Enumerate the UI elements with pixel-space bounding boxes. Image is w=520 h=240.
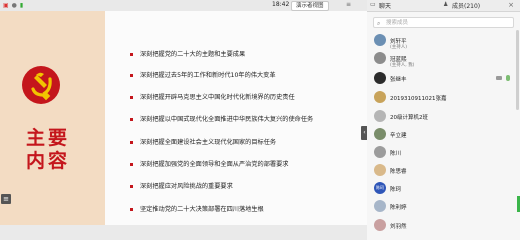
slide-title: 主要 内容 xyxy=(26,127,70,173)
members-icon: ♟ xyxy=(443,1,449,8)
avatar xyxy=(374,52,386,64)
bullet-dot-icon xyxy=(130,95,133,99)
bullet-dot-icon xyxy=(130,140,133,144)
panel-header: ▭ 聊天 ♟ 成员(210) × xyxy=(367,0,520,12)
bullet-item: 坚定推动党的二十大决策部署在四川落地生根 xyxy=(130,204,264,213)
microphone-icon[interactable] xyxy=(506,75,510,81)
avatar xyxy=(374,200,386,212)
member-item[interactable]: 20级计算机2班 xyxy=(367,110,520,126)
slide: 主要 内容 ≡ 深刻把握党的二十大的主题和主要成果 深刻把握过去5年的工作和新时… xyxy=(0,11,367,225)
member-item[interactable]: 2019310911021张嘉 xyxy=(367,91,520,107)
bullet-item: 深刻把握开辟马克思主义中国化时代化新境界的历史责任 xyxy=(130,92,295,101)
avatar xyxy=(374,34,386,46)
member-item[interactable]: 陈珂 陈珂 xyxy=(367,182,520,198)
avatar xyxy=(374,164,386,176)
member-name: 张继丰 xyxy=(390,77,407,83)
bullet-item: 深刻把握过去5年的工作和新时代10年的伟大变革 xyxy=(130,70,276,79)
bullet-text: 深刻把握过去5年的工作和新时代10年的伟大变革 xyxy=(140,72,276,79)
bullet-dot-icon xyxy=(130,117,133,121)
avatar xyxy=(374,110,386,122)
bullet-dot-icon xyxy=(130,207,133,211)
avatar xyxy=(374,128,386,140)
avatar xyxy=(374,72,386,84)
member-name: 刘羽然 xyxy=(390,224,407,230)
window-controls: ▣ ● ▮ xyxy=(3,1,23,10)
bullet-text: 坚定推动党的二十大决策部署在四川落地生根 xyxy=(140,206,264,213)
clock: 18:42 xyxy=(272,1,290,8)
member-item[interactable]: 陈利婷 xyxy=(367,200,520,216)
more-icon[interactable]: ≡ xyxy=(346,1,351,8)
member-name: 陈利婷 xyxy=(390,205,407,211)
slide-title-panel: 主要 内容 ≡ xyxy=(0,11,105,225)
panel-scrollbar[interactable] xyxy=(516,30,519,110)
member-item[interactable]: 陈思睿 xyxy=(367,164,520,180)
bullet-text: 深刻把握党的二十大的主题和主要成果 xyxy=(140,51,246,58)
member-item[interactable]: 张继丰 xyxy=(367,72,520,88)
close-icon[interactable]: × xyxy=(508,1,514,9)
bottom-bar xyxy=(0,225,367,240)
avatar xyxy=(374,91,386,103)
member-item[interactable]: 辛立建 xyxy=(367,128,520,144)
bullet-text: 深刻把握全面建设社会主义现代化国家的目标任务 xyxy=(140,139,277,146)
member-name: 辛立建 xyxy=(390,133,407,139)
tab-members[interactable]: 成员(210) xyxy=(452,1,480,10)
bullet-dot-icon xyxy=(130,52,133,56)
bullet-dot-icon xyxy=(130,73,133,77)
member-item[interactable]: 陈川 xyxy=(367,146,520,162)
bullet-item: 深刻把握应对风险挑战的重要要求 xyxy=(130,181,233,190)
bullet-dot-icon xyxy=(130,184,133,188)
avatar: 陈珂 xyxy=(374,182,386,194)
camera-icon[interactable] xyxy=(496,76,502,80)
presenter-view-button[interactable]: 演示者视图 xyxy=(291,1,329,11)
member-name: 20级计算机2班 xyxy=(390,115,428,121)
menu-toggle-icon[interactable]: ≡ xyxy=(1,194,11,204)
bullet-text: 深刻把握应对风险挑战的重要要求 xyxy=(140,183,233,190)
avatar xyxy=(374,219,386,231)
search-placeholder: 搜索成员 xyxy=(386,20,409,26)
search-icon: ⌕ xyxy=(377,20,381,27)
bullet-item: 深刻把握加强党的全面领导和全面从严治党的部署要求 xyxy=(130,159,289,168)
slide-title-line: 主要 xyxy=(26,127,71,149)
bullet-text: 深刻把握开辟马克思主义中国化时代化新境界的历史责任 xyxy=(140,94,295,101)
bullet-text: 深刻把握加强党的全面领导和全面从严治党的部署要求 xyxy=(140,161,289,168)
bullet-item: 深刻把握以中国式现代化全面推进中华民族伟大复兴的使命任务 xyxy=(130,114,313,123)
member-name: 2019310911021张嘉 xyxy=(390,96,447,102)
slide-title-line: 内容 xyxy=(26,150,71,172)
member-role: (主持人) xyxy=(390,45,408,50)
avatar xyxy=(374,146,386,158)
bullet-item: 深刻把握全面建设社会主义现代化国家的目标任务 xyxy=(130,137,276,146)
chat-icon: ▭ xyxy=(370,1,376,8)
user-icon[interactable]: ● xyxy=(12,2,17,9)
party-emblem-icon xyxy=(22,66,60,104)
signal-icon: ▮ xyxy=(19,2,24,9)
tab-chat[interactable]: 聊天 xyxy=(379,1,391,10)
bullet-text: 深刻把握以中国式现代化全面推进中华民族伟大复兴的使命任务 xyxy=(140,116,314,123)
member-name: 陈珂 xyxy=(390,187,402,193)
bullet-dot-icon xyxy=(130,162,133,166)
bullet-item: 深刻把握党的二十大的主题和主要成果 xyxy=(130,49,245,58)
member-item[interactable]: 冠蓝熙 (主持人, 我) xyxy=(367,52,520,68)
member-name: 陈川 xyxy=(390,151,402,157)
member-role: (主持人, 我) xyxy=(390,63,415,68)
member-name: 陈思睿 xyxy=(390,169,407,175)
close-icon[interactable]: ▣ xyxy=(3,2,9,9)
member-search-input[interactable]: ⌕ 搜索成员 xyxy=(373,17,514,28)
member-item[interactable]: 刘羽然 xyxy=(367,219,520,235)
members-panel: ▭ 聊天 ♟ 成员(210) × ⌕ 搜索成员 刘轩平 (主持人) 冠蓝熙 (主… xyxy=(367,0,520,240)
member-item[interactable]: 刘轩平 (主持人) xyxy=(367,34,520,50)
